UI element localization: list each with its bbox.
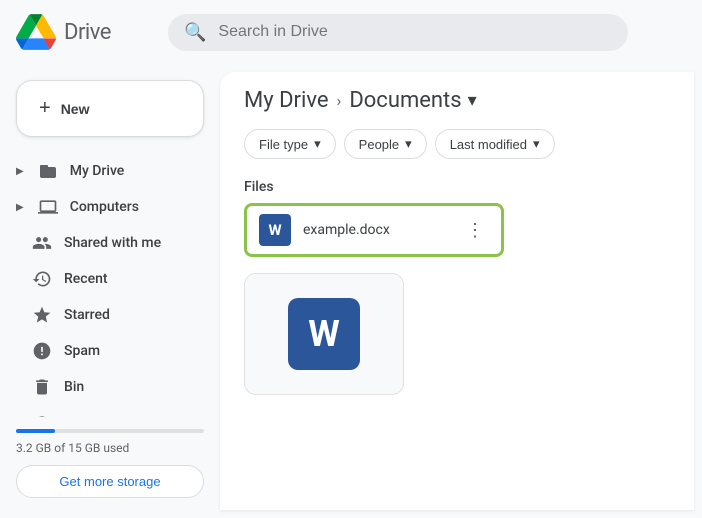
my-drive-icon xyxy=(38,161,58,181)
filter-last-modified[interactable]: Last modified ▾ xyxy=(435,129,555,159)
sidebar-item-label: Computers xyxy=(70,199,139,215)
plus-icon: + xyxy=(39,97,51,120)
topbar: Drive 🔍 xyxy=(0,0,702,64)
file-card-preview: W xyxy=(245,274,403,394)
storage-used-text: 3.2 GB of 15 GB used xyxy=(16,441,204,455)
sidebar-item-label: Spam xyxy=(64,343,100,359)
main-layout: + New ▶ My Drive ▶ xyxy=(0,64,702,518)
breadcrumb-current[interactable]: Documents ▾ xyxy=(349,88,476,113)
content-area: My Drive › Documents ▾ File type ▾ Peopl… xyxy=(220,72,694,510)
breadcrumb-separator: › xyxy=(337,91,342,110)
filter-people[interactable]: People ▾ xyxy=(344,129,427,159)
arrow-icon: ▶ xyxy=(16,166,24,177)
storage-bar-fill xyxy=(16,429,55,433)
sidebar-item-label: Recent xyxy=(64,271,108,287)
shared-icon xyxy=(32,233,52,253)
filter-last-modified-label: Last modified xyxy=(450,137,527,152)
new-button-label: New xyxy=(61,101,90,117)
storage-section: 3.2 GB of 15 GB used Get more storage xyxy=(0,417,220,510)
get-more-storage-button[interactable]: Get more storage xyxy=(16,465,204,498)
chevron-down-icon: ▾ xyxy=(314,136,321,152)
arrow-icon: ▶ xyxy=(16,202,24,213)
spam-icon xyxy=(32,341,52,361)
chevron-down-icon: ▾ xyxy=(533,136,540,152)
search-bar[interactable]: 🔍 xyxy=(168,14,628,51)
chevron-down-icon: ▾ xyxy=(405,136,412,152)
search-icon: 🔍 xyxy=(184,22,206,43)
word-large-icon: W xyxy=(288,298,360,370)
chevron-down-icon: ▾ xyxy=(468,90,477,111)
new-button[interactable]: + New xyxy=(16,80,204,137)
breadcrumb-current-label: Documents xyxy=(349,88,461,113)
storage-bar-background xyxy=(16,429,204,433)
app-title: Drive xyxy=(64,20,111,45)
starred-icon xyxy=(32,305,52,325)
sidebar-item-spam[interactable]: Spam xyxy=(0,333,208,369)
sidebar-item-computers[interactable]: ▶ Computers xyxy=(0,189,208,225)
breadcrumb-parent[interactable]: My Drive xyxy=(244,88,329,113)
sidebar-item-my-drive[interactable]: ▶ My Drive xyxy=(0,153,208,189)
breadcrumb: My Drive › Documents ▾ xyxy=(244,88,670,113)
logo-area: Drive xyxy=(16,12,156,52)
word-file-icon: W xyxy=(259,214,291,246)
sidebar-nav: ▶ My Drive ▶ Computers xyxy=(0,153,220,417)
file-name: example.docx xyxy=(303,222,449,238)
file-menu-button[interactable]: ⋮ xyxy=(461,216,489,244)
filter-file-type[interactable]: File type ▾ xyxy=(244,129,336,159)
files-section-label: Files xyxy=(244,179,670,195)
filter-row: File type ▾ People ▾ Last modified ▾ xyxy=(244,129,670,159)
search-input[interactable] xyxy=(218,23,612,41)
sidebar-item-storage[interactable]: Storage xyxy=(0,405,208,417)
recent-icon xyxy=(32,269,52,289)
sidebar-item-recent[interactable]: Recent xyxy=(0,261,208,297)
bin-icon xyxy=(32,377,52,397)
sidebar-item-label: Bin xyxy=(64,379,84,395)
sidebar: + New ▶ My Drive ▶ xyxy=(0,64,220,518)
sidebar-item-label: My Drive xyxy=(70,163,125,179)
computers-icon xyxy=(38,197,58,217)
filter-file-type-label: File type xyxy=(259,137,308,152)
filter-people-label: People xyxy=(359,137,399,152)
sidebar-item-label: Shared with me xyxy=(64,235,161,251)
sidebar-item-shared[interactable]: Shared with me xyxy=(0,225,208,261)
drive-logo-icon xyxy=(16,12,56,52)
sidebar-item-label: Starred xyxy=(64,307,110,323)
sidebar-item-starred[interactable]: Starred xyxy=(0,297,208,333)
file-list-item[interactable]: W example.docx ⋮ xyxy=(244,203,504,257)
file-card[interactable]: W xyxy=(244,273,404,395)
sidebar-item-bin[interactable]: Bin xyxy=(0,369,208,405)
